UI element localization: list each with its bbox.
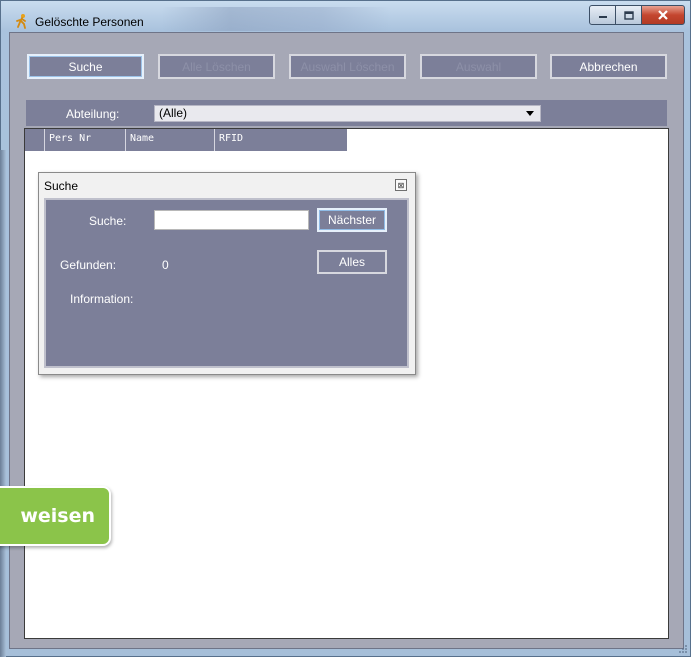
- window-title: Gelöschte Personen: [35, 15, 144, 29]
- found-label: Gefunden:: [60, 258, 117, 272]
- row-selector-header[interactable]: [25, 129, 45, 151]
- search-label: Suche:: [89, 214, 127, 228]
- department-select[interactable]: (Alle): [154, 105, 541, 122]
- maximize-button[interactable]: [615, 5, 642, 25]
- department-select-value: (Alle): [159, 106, 188, 120]
- search-dialog-body: Suche: Nächster Gefunden: 0 Alles Inform…: [44, 198, 409, 368]
- close-icon: [658, 10, 668, 20]
- all-button[interactable]: Alles: [317, 250, 387, 274]
- department-label: Abteilung:: [66, 107, 120, 121]
- grid-header: Pers Nr Name RFID: [25, 129, 347, 151]
- chevron-down-icon[interactable]: [526, 111, 534, 116]
- search-dialog-title: Suche: [44, 179, 79, 193]
- maximize-icon: [623, 10, 634, 20]
- title-bar[interactable]: Gelöschte Personen: [1, 1, 690, 33]
- department-filter-bar: Abteilung: (Alle): [26, 100, 667, 126]
- search-dialog: Suche ⊠ Suche: Nächster Gefunden: 0 Alle…: [38, 172, 416, 375]
- search-input[interactable]: [154, 210, 309, 230]
- title-background-blur: [161, 7, 391, 31]
- close-button[interactable]: [641, 5, 685, 25]
- selection-button[interactable]: Auswahl: [420, 54, 537, 79]
- column-header-name[interactable]: Name: [126, 129, 215, 151]
- delete-all-button[interactable]: Alle Löschen: [158, 54, 275, 79]
- resize-grip-icon[interactable]: [678, 644, 688, 654]
- overlay-badge-text: weisen: [20, 505, 95, 527]
- found-count: 0: [162, 258, 169, 272]
- person-walking-icon: [16, 14, 26, 29]
- column-header-rfid[interactable]: RFID: [215, 129, 347, 151]
- close-icon[interactable]: ⊠: [395, 179, 407, 191]
- overlay-badge: weisen: [0, 486, 111, 546]
- delete-selection-button[interactable]: Auswahl Löschen: [289, 54, 406, 79]
- column-header-pers-nr[interactable]: Pers Nr: [45, 129, 126, 151]
- information-label: Information:: [70, 292, 134, 306]
- search-button[interactable]: Suche: [27, 54, 144, 79]
- window-left-edge: [0, 150, 6, 657]
- cancel-button[interactable]: Abbrechen: [550, 54, 667, 79]
- minimize-icon: [598, 16, 607, 18]
- next-button[interactable]: Nächster: [317, 208, 387, 232]
- minimize-button[interactable]: [589, 5, 616, 25]
